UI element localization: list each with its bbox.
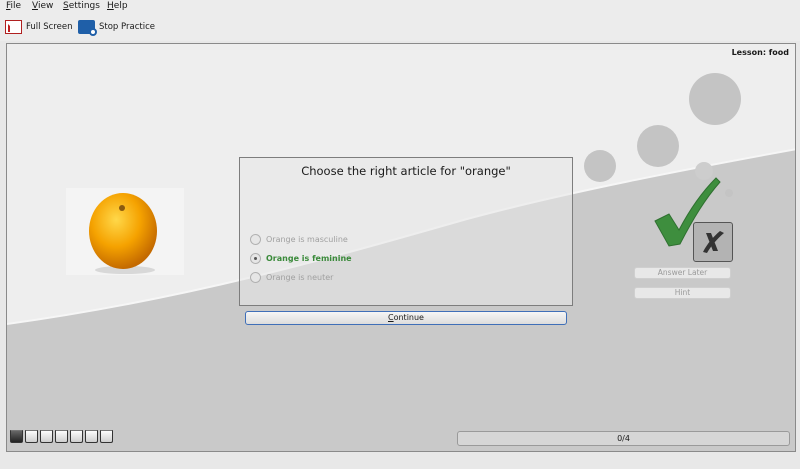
menu-settings[interactable]: Settings (63, 1, 100, 12)
full-screen-icon (5, 20, 22, 34)
menu-help[interactable]: Help (107, 1, 128, 12)
answer-tray (10, 430, 113, 443)
option-neuter[interactable]: Orange is neuter (250, 272, 333, 283)
radio-button[interactable] (250, 272, 261, 283)
stop-practice-icon (78, 20, 97, 36)
tray-slot (70, 430, 83, 443)
bubble-decoration (695, 162, 713, 180)
tray-slot (55, 430, 68, 443)
option-masculine[interactable]: Orange is masculine (250, 234, 348, 245)
tray-slot (85, 430, 98, 443)
bubble-decoration (725, 189, 733, 197)
tray-slot (100, 430, 113, 443)
progress-bar: 0/4 (457, 431, 790, 446)
option-feminine[interactable]: Orange is feminine (250, 253, 352, 264)
tray-slot (40, 430, 53, 443)
menu-file[interactable]: File (6, 1, 21, 12)
answer-later-button[interactable]: Answer Later (634, 267, 731, 279)
bubble-decoration (637, 125, 679, 167)
option-label: Orange is neuter (266, 273, 334, 282)
progress-text: 0/4 (617, 434, 630, 443)
option-label: Orange is feminine (266, 254, 352, 263)
question-panel: Choose the right article for "orange" Or… (239, 157, 573, 306)
cross-icon (703, 231, 724, 253)
bubble-decoration (689, 73, 741, 125)
option-label: Orange is masculine (266, 235, 348, 244)
menu-bar: File View Settings Help (0, 0, 800, 13)
stop-practice-label: Stop Practice (99, 22, 155, 32)
lesson-label: Lesson: food (731, 48, 789, 57)
full-screen-label: Full Screen (26, 22, 73, 32)
tray-slot (10, 430, 23, 443)
full-screen-button[interactable]: Full Screen (5, 16, 72, 38)
orange-image (66, 188, 184, 275)
toolbar: Full Screen Stop Practice (0, 13, 800, 41)
radio-button[interactable] (250, 253, 261, 264)
question-image (66, 188, 184, 275)
wrong-answer-button[interactable] (693, 222, 733, 262)
continue-button[interactable]: Continue (245, 311, 567, 325)
stop-practice-button[interactable]: Stop Practice (78, 16, 155, 38)
bubble-decoration (584, 150, 616, 182)
menu-view[interactable]: View (32, 1, 53, 12)
radio-button[interactable] (250, 234, 261, 245)
tray-slot (25, 430, 38, 443)
practice-area: Lesson: food Choose the right article fo… (6, 43, 796, 452)
question-text: Choose the right article for "orange" (301, 164, 511, 178)
hint-button[interactable]: Hint (634, 287, 731, 299)
